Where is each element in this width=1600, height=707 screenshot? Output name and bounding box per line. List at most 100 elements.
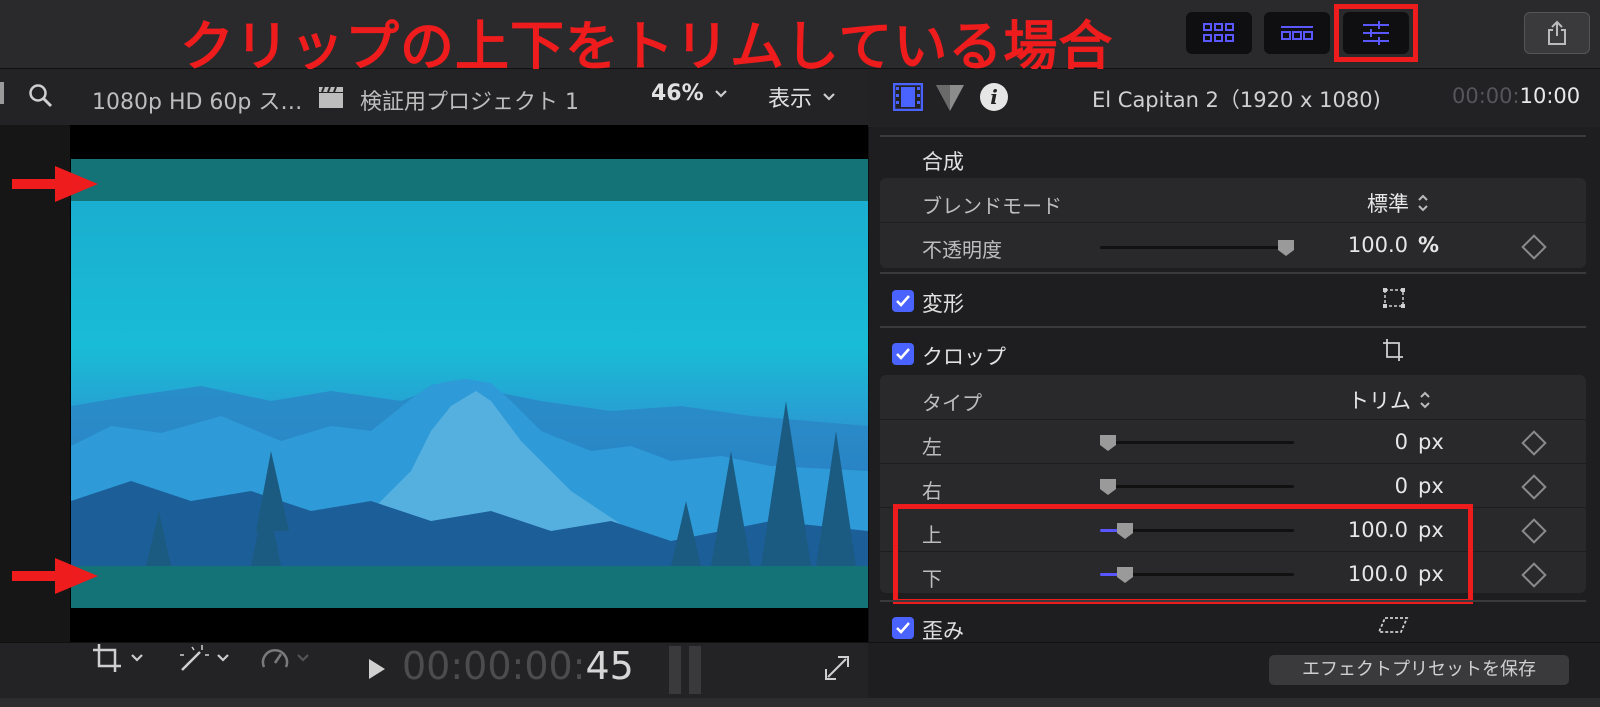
crop-left-slider[interactable] [1100, 435, 1294, 451]
crop-icon [93, 644, 121, 672]
chevron-down-icon [823, 93, 835, 101]
crop-left-value[interactable]: 0 [1330, 430, 1408, 454]
crop-type-popup[interactable]: トリム [1348, 385, 1431, 415]
sidebar-edge [0, 82, 4, 104]
crop-right-unit: px [1418, 474, 1444, 498]
distort-icon [1377, 617, 1409, 633]
magic-wand-icon [180, 645, 209, 671]
duration-value: 10:00 [1519, 84, 1581, 108]
zoom-menu[interactable]: 46% [651, 81, 728, 106]
slider-track [1100, 441, 1294, 444]
transform-onscreen-button[interactable] [1382, 287, 1406, 313]
annotation-arrow-top [10, 164, 100, 204]
search-button[interactable] [28, 83, 54, 113]
chevron-down-icon [217, 654, 229, 662]
checkmark-icon [896, 348, 910, 360]
checkmark-icon [896, 295, 910, 307]
enhance-menu[interactable] [178, 643, 230, 673]
distort-section-title: 歪み [922, 619, 964, 643]
zoom-level: 46% [651, 81, 704, 106]
display-menu[interactable]: 表示 [768, 81, 836, 113]
landscape-image [71, 201, 868, 566]
mountain-scene [71, 379, 868, 566]
video-inspector-tab[interactable] [892, 82, 924, 115]
distort-onscreen-button[interactable] [1377, 614, 1409, 640]
transform-checkbox[interactable] [892, 290, 914, 312]
crop-left-label: 左 [922, 435, 942, 459]
play-icon [369, 659, 385, 679]
annotation-arrow-bottom [10, 556, 100, 596]
audio-meter-right [689, 646, 701, 694]
speed-menu[interactable] [260, 643, 310, 673]
timecode-prefix: 00:00:00: [402, 644, 586, 688]
annotation-highlight-crop-values [893, 504, 1473, 604]
slider-track [1100, 246, 1294, 249]
info-inspector-tab[interactable]: i [979, 82, 1009, 116]
updown-chevron-icon [1420, 391, 1430, 409]
distort-checkbox[interactable] [892, 617, 914, 639]
crop-right-label: 右 [922, 479, 942, 503]
chevron-down-icon [297, 654, 309, 662]
blend-mode-value: 標準 [1367, 192, 1409, 216]
crop-right-slider[interactable] [1100, 479, 1294, 495]
divider [880, 600, 1586, 602]
color-board-icon [936, 85, 964, 111]
info-icon: i [980, 83, 1008, 111]
chevron-down-icon [714, 89, 727, 98]
divider [880, 135, 1586, 137]
updown-chevron-icon [1418, 194, 1428, 212]
crop-section-title: クロップ [922, 345, 1006, 369]
checkmark-icon [896, 622, 910, 634]
timeline-icon [1281, 26, 1313, 40]
clip-name: El Capitan 2（1920 x 1080) [1092, 88, 1381, 112]
crop-left-unit: px [1418, 430, 1444, 454]
slider-thumb[interactable] [1276, 238, 1296, 258]
chevron-down-icon [131, 654, 143, 662]
duration-prefix: 00:00: [1452, 84, 1520, 108]
crop-right-value[interactable]: 0 [1330, 474, 1408, 498]
timecode-frames: 45 [585, 644, 634, 688]
divider [880, 463, 1586, 464]
divider [880, 419, 1586, 420]
audio-meter-left [669, 646, 681, 694]
slider-thumb[interactable] [1098, 433, 1118, 453]
timecode-display: 00:00:00:45 [402, 644, 634, 688]
display-menu-label: 表示 [768, 87, 813, 112]
grid-icon [1203, 23, 1234, 42]
transform-icon [1383, 288, 1405, 308]
clapper-icon [318, 85, 344, 113]
video-format: 1080p HD 60p ス… [92, 90, 303, 115]
divider [880, 222, 1586, 223]
crop-type-value: トリム [1348, 389, 1411, 413]
color-inspector-tab[interactable] [935, 83, 965, 117]
compositing-section-title: 合成 [922, 150, 964, 174]
project-name[interactable]: 検証用プロジェクト 1 [360, 84, 579, 116]
crop-onscreen-button[interactable] [1381, 337, 1405, 367]
fullscreen-button[interactable] [824, 655, 850, 685]
slider-track [1100, 485, 1294, 488]
blend-mode-popup[interactable]: 標準 [1367, 188, 1429, 218]
expand-icon [825, 656, 849, 680]
crop-tool-icon [1383, 339, 1403, 361]
crop-checkbox[interactable] [892, 343, 914, 365]
divider [880, 272, 1586, 274]
save-effects-preset-button[interactable]: エフェクトプリセットを保存 [1269, 655, 1569, 685]
opacity-label: 不透明度 [922, 238, 1002, 262]
search-icon [29, 84, 53, 108]
annotation-highlight-inspector-button [1334, 4, 1418, 62]
timeline-toggle-button[interactable] [1264, 12, 1330, 54]
opacity-value[interactable]: 100.0 [1340, 233, 1408, 257]
window-bottom-edge [0, 698, 1600, 707]
play-button[interactable] [368, 658, 386, 684]
slider-thumb[interactable] [1098, 477, 1118, 497]
clip-duration: 00:00:10:00 [1452, 84, 1580, 108]
film-strip-icon [892, 82, 924, 112]
browser-toggle-button[interactable] [1186, 12, 1252, 54]
opacity-unit: % [1418, 233, 1440, 257]
crop-type-label: タイプ [922, 391, 982, 415]
divider [880, 326, 1586, 328]
crop-menu[interactable] [92, 643, 144, 673]
share-button[interactable] [1524, 12, 1590, 54]
opacity-slider[interactable] [1100, 240, 1294, 256]
blend-mode-label: ブレンドモード [922, 194, 1062, 218]
